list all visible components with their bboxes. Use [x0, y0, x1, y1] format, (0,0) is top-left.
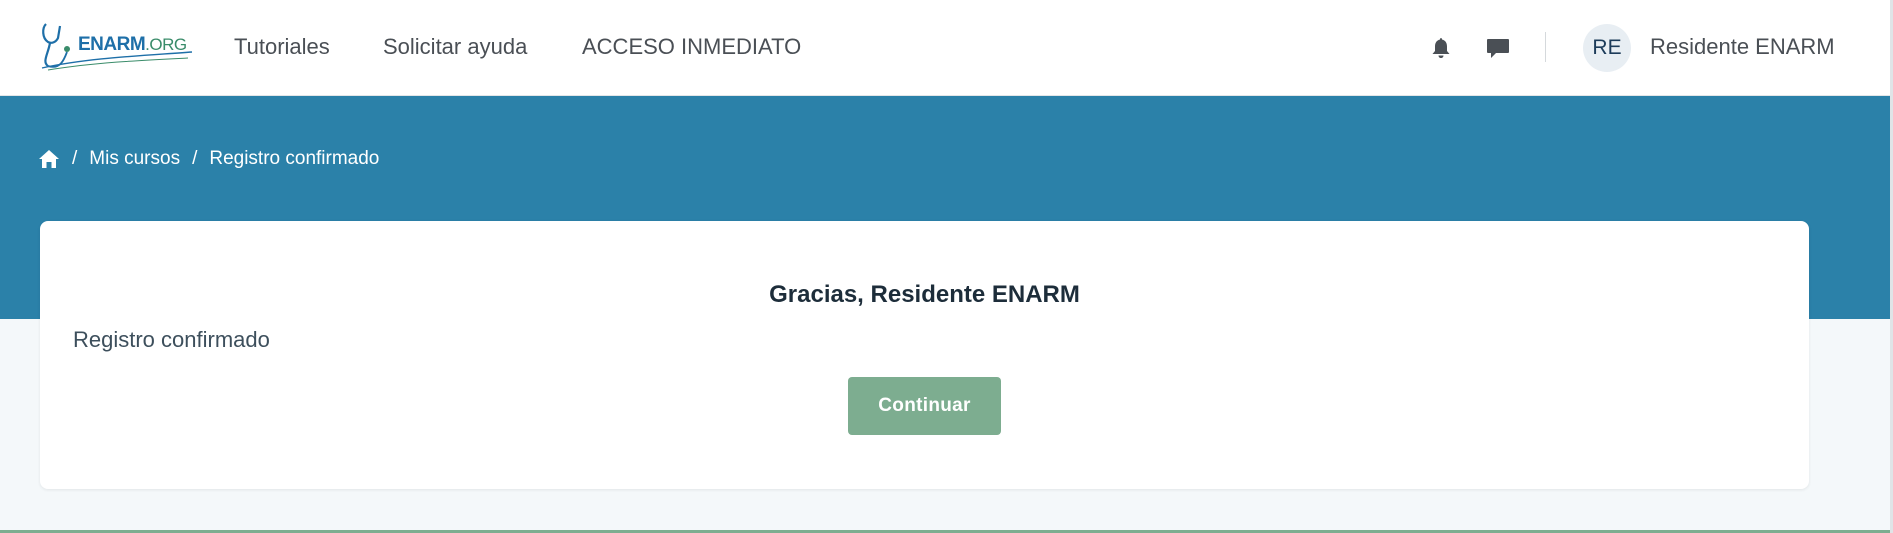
- user-avatar[interactable]: RE: [1583, 24, 1631, 72]
- bell-icon: [1432, 38, 1450, 58]
- enarm-logo[interactable]: ENARM.ORG: [38, 22, 194, 72]
- breadcrumb-item-mis-cursos[interactable]: Mis cursos: [89, 148, 180, 170]
- nav-link-tutoriales[interactable]: Tutoriales: [234, 34, 330, 60]
- messages-button[interactable]: [1482, 32, 1514, 64]
- continue-button[interactable]: Continuar: [848, 377, 1001, 435]
- notifications-button[interactable]: [1425, 32, 1457, 64]
- breadcrumb-separator: /: [192, 148, 198, 169]
- registration-status-text: Registro confirmado: [73, 327, 270, 352]
- nav-link-acceso-inmediato[interactable]: ACCESO INMEDIATO: [582, 34, 801, 60]
- logo-text: ENARM.ORG: [78, 34, 187, 56]
- breadcrumb-item-current: Registro confirmado: [209, 148, 380, 169]
- logo-main: ENARM: [78, 34, 146, 55]
- navbar-divider: [1545, 32, 1546, 62]
- logo-suffix: .ORG: [145, 35, 187, 54]
- breadcrumb: / Mis cursos / Registro confirmado: [38, 148, 379, 170]
- confirmation-card: Gracias, Residente ENARM Registro confir…: [40, 221, 1809, 489]
- nav-link-solicitar-ayuda[interactable]: Solicitar ayuda: [383, 34, 527, 60]
- card-title: Gracias, Residente ENARM: [769, 281, 1080, 308]
- home-icon: [39, 150, 59, 168]
- breadcrumb-home[interactable]: [38, 149, 60, 169]
- page: ENARM.ORG Tutoriales Solicitar ayuda ACC…: [0, 0, 1893, 533]
- chat-icon: [1487, 39, 1509, 58]
- breadcrumb-separator: /: [72, 148, 78, 169]
- top-navbar: ENARM.ORG Tutoriales Solicitar ayuda ACC…: [0, 0, 1893, 96]
- user-name[interactable]: Residente ENARM: [1650, 34, 1835, 60]
